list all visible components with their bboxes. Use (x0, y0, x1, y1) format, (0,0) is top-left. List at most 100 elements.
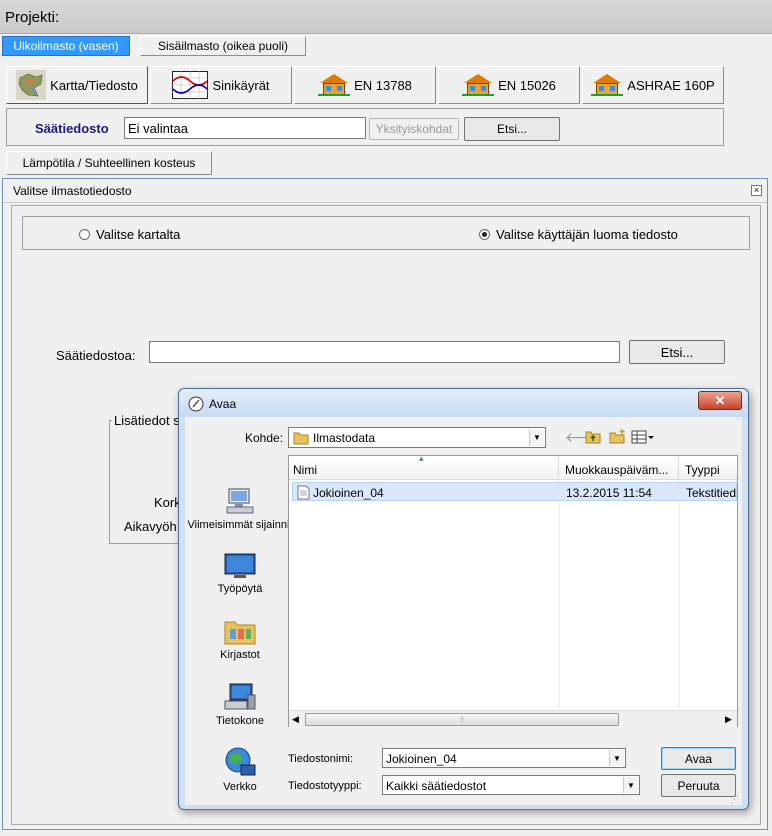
place-libraries[interactable]: Kirjastot (185, 617, 295, 662)
places-bar: Viimeisimmät sijainnit Työpöytä Kirjasto… (185, 457, 295, 793)
tab-outdoor[interactable]: Ulkoilmasto (vasen) (2, 36, 130, 56)
file-name: Jokioinen_04 (313, 486, 384, 500)
map-file-button[interactable]: Kartta/Tiedosto (6, 66, 148, 104)
new-folder-icon[interactable] (609, 428, 627, 444)
open-button-label: Avaa (684, 751, 713, 766)
column-date[interactable]: Muokkauspäiväm... (559, 456, 679, 480)
file-type: Tekstitied (686, 486, 737, 500)
project-header: Projekti: (0, 0, 772, 34)
sine-curves-icon (172, 71, 209, 99)
open-dialog-titlebar: Avaa ✕ (179, 389, 748, 417)
column-divider (679, 480, 680, 708)
timezone-label: Aikavyöh (124, 519, 177, 534)
house-icon (318, 74, 351, 96)
climate-file-input[interactable] (149, 341, 620, 363)
column-name-label: Nimi (293, 463, 317, 477)
radio-map[interactable]: Valitse kartalta (79, 227, 180, 242)
horizontal-scrollbar[interactable]: ◀ ⦙⦙ ▶ (289, 710, 737, 727)
chevron-down-icon[interactable]: ▼ (609, 750, 624, 766)
column-divider (559, 480, 560, 708)
sort-arrow-icon: ▴ (419, 453, 424, 463)
project-label: Projekti: (5, 9, 60, 26)
network-icon (225, 747, 256, 776)
tab-outdoor-label: Ulkoilmasto (vasen) (13, 39, 119, 53)
climate-browse-button[interactable]: Etsi... (629, 340, 725, 364)
computer-icon (224, 683, 256, 710)
place-recent[interactable]: Viimeisimmät sijainnit (185, 487, 295, 532)
radio-map-label: Valitse kartalta (96, 227, 181, 242)
filename-value: Jokioinen_04 (386, 752, 457, 766)
close-icon[interactable]: × (751, 185, 762, 196)
file-date: 13.2.2015 11:54 (566, 486, 652, 500)
view-menu-icon[interactable] (631, 430, 655, 444)
location-value: Ilmastodata (313, 431, 376, 445)
map-file-label: Kartta/Tiedosto (50, 77, 138, 93)
en13788-button[interactable]: EN 13788 (294, 66, 436, 104)
climate-dialog-titlebar: Valitse ilmastotiedosto × (3, 179, 767, 203)
place-network[interactable]: Verkko (185, 747, 295, 794)
column-date-label: Muokkauspäiväm... (565, 463, 669, 477)
en15026-button[interactable]: EN 15026 (438, 66, 580, 104)
chevron-down-icon[interactable]: ▼ (529, 429, 544, 446)
details-label: Yksityiskohdat (375, 122, 453, 136)
dialog-app-icon (188, 396, 204, 412)
filetype-label: Tiedostotyyppi: (288, 780, 362, 792)
file-row[interactable]: Jokioinen_04 13.2.2015 11:54 Tekstitied (292, 482, 737, 501)
cancel-button[interactable]: Peruuta (661, 774, 736, 797)
radio-user-file[interactable]: Valitse käyttäjän luoma tiedosto (479, 227, 678, 242)
libraries-icon (224, 621, 256, 645)
en15026-label: EN 15026 (498, 77, 556, 93)
weather-file-value: Ei valintaa (128, 121, 188, 136)
resize-grip-icon[interactable]: ⋰ (730, 794, 739, 805)
close-button[interactable]: ✕ (698, 391, 742, 410)
climate-browse-label: Etsi... (660, 344, 694, 360)
radio-user-label: Valitse käyttäjän luoma tiedosto (496, 227, 678, 242)
open-dialog-client: Kohde: Ilmastodata ▼ 🡐 Viimeisimmät sija… (185, 417, 742, 805)
up-folder-icon[interactable] (585, 430, 601, 444)
file-list-header: Nimi ▴ Muokkauspäiväm... Tyyppi (289, 453, 737, 480)
radio-map-circle (79, 229, 90, 240)
location-combo[interactable]: Ilmastodata ▼ (288, 427, 546, 448)
location-label: Kohde: (245, 431, 284, 445)
scroll-left-icon[interactable]: ◀ (292, 714, 299, 725)
tab-temperature-humidity[interactable]: Lämpötila / Suhteellinen kosteus (6, 151, 212, 175)
place-network-label: Verkko (223, 781, 257, 793)
cancel-button-label: Peruuta (677, 778, 720, 793)
filetype-combo[interactable]: Kaikki säätiedostot ▼ (382, 775, 640, 795)
scroll-right-icon[interactable]: ▶ (725, 714, 732, 725)
ashrae-label: ASHRAE 160P (627, 77, 715, 93)
place-computer[interactable]: Tietokone (185, 683, 295, 728)
filename-label: Tiedostonimi: (288, 753, 354, 765)
weather-browse-button[interactable]: Etsi... (464, 117, 560, 141)
column-type[interactable]: Tyyppi (679, 456, 737, 480)
close-icon: ✕ (714, 392, 726, 408)
climate-dialog-title: Valitse ilmastotiedosto (13, 184, 132, 198)
recent-places-icon (226, 488, 254, 514)
place-libraries-label: Kirjastot (220, 649, 260, 661)
filename-combo[interactable]: Jokioinen_04 ▼ (382, 748, 626, 768)
height-label: Kork (154, 495, 181, 510)
column-name[interactable]: Nimi ▴ (289, 453, 559, 480)
scroll-thumb[interactable]: ⦙⦙ (305, 713, 619, 726)
house-icon (462, 74, 495, 96)
ashrae-button[interactable]: ASHRAE 160P (582, 66, 724, 104)
weather-browse-label: Etsi... (496, 122, 527, 136)
place-desktop-label: Työpöytä (217, 583, 263, 595)
desktop-icon (224, 553, 256, 578)
column-type-label: Tyyppi (685, 463, 720, 477)
tab-indoor-label: Sisäilmasto (oikea puoli) (157, 39, 289, 53)
folder-icon (293, 432, 309, 445)
weather-file-field[interactable]: Ei valintaa (124, 117, 366, 139)
open-file-dialog: Avaa ✕ Kohde: Ilmastodata ▼ 🡐 Viimeisimm… (178, 388, 749, 810)
en13788-label: EN 13788 (354, 77, 412, 93)
tab-temperature-humidity-label: Lämpötila / Suhteellinen kosteus (22, 156, 196, 170)
open-button[interactable]: Avaa (661, 747, 736, 770)
sine-curves-button[interactable]: Sinikäyrät (150, 66, 292, 104)
details-button[interactable]: Yksityiskohdat (369, 118, 459, 140)
open-dialog-title: Avaa (209, 397, 237, 411)
weather-file-panel: Säätiedosto Ei valintaa Yksityiskohdat E… (6, 108, 724, 146)
chevron-down-icon[interactable]: ▼ (623, 777, 638, 793)
weather-file-label: Säätiedosto (35, 121, 109, 136)
place-desktop[interactable]: Työpöytä (185, 553, 295, 596)
tab-indoor[interactable]: Sisäilmasto (oikea puoli) (140, 36, 306, 56)
